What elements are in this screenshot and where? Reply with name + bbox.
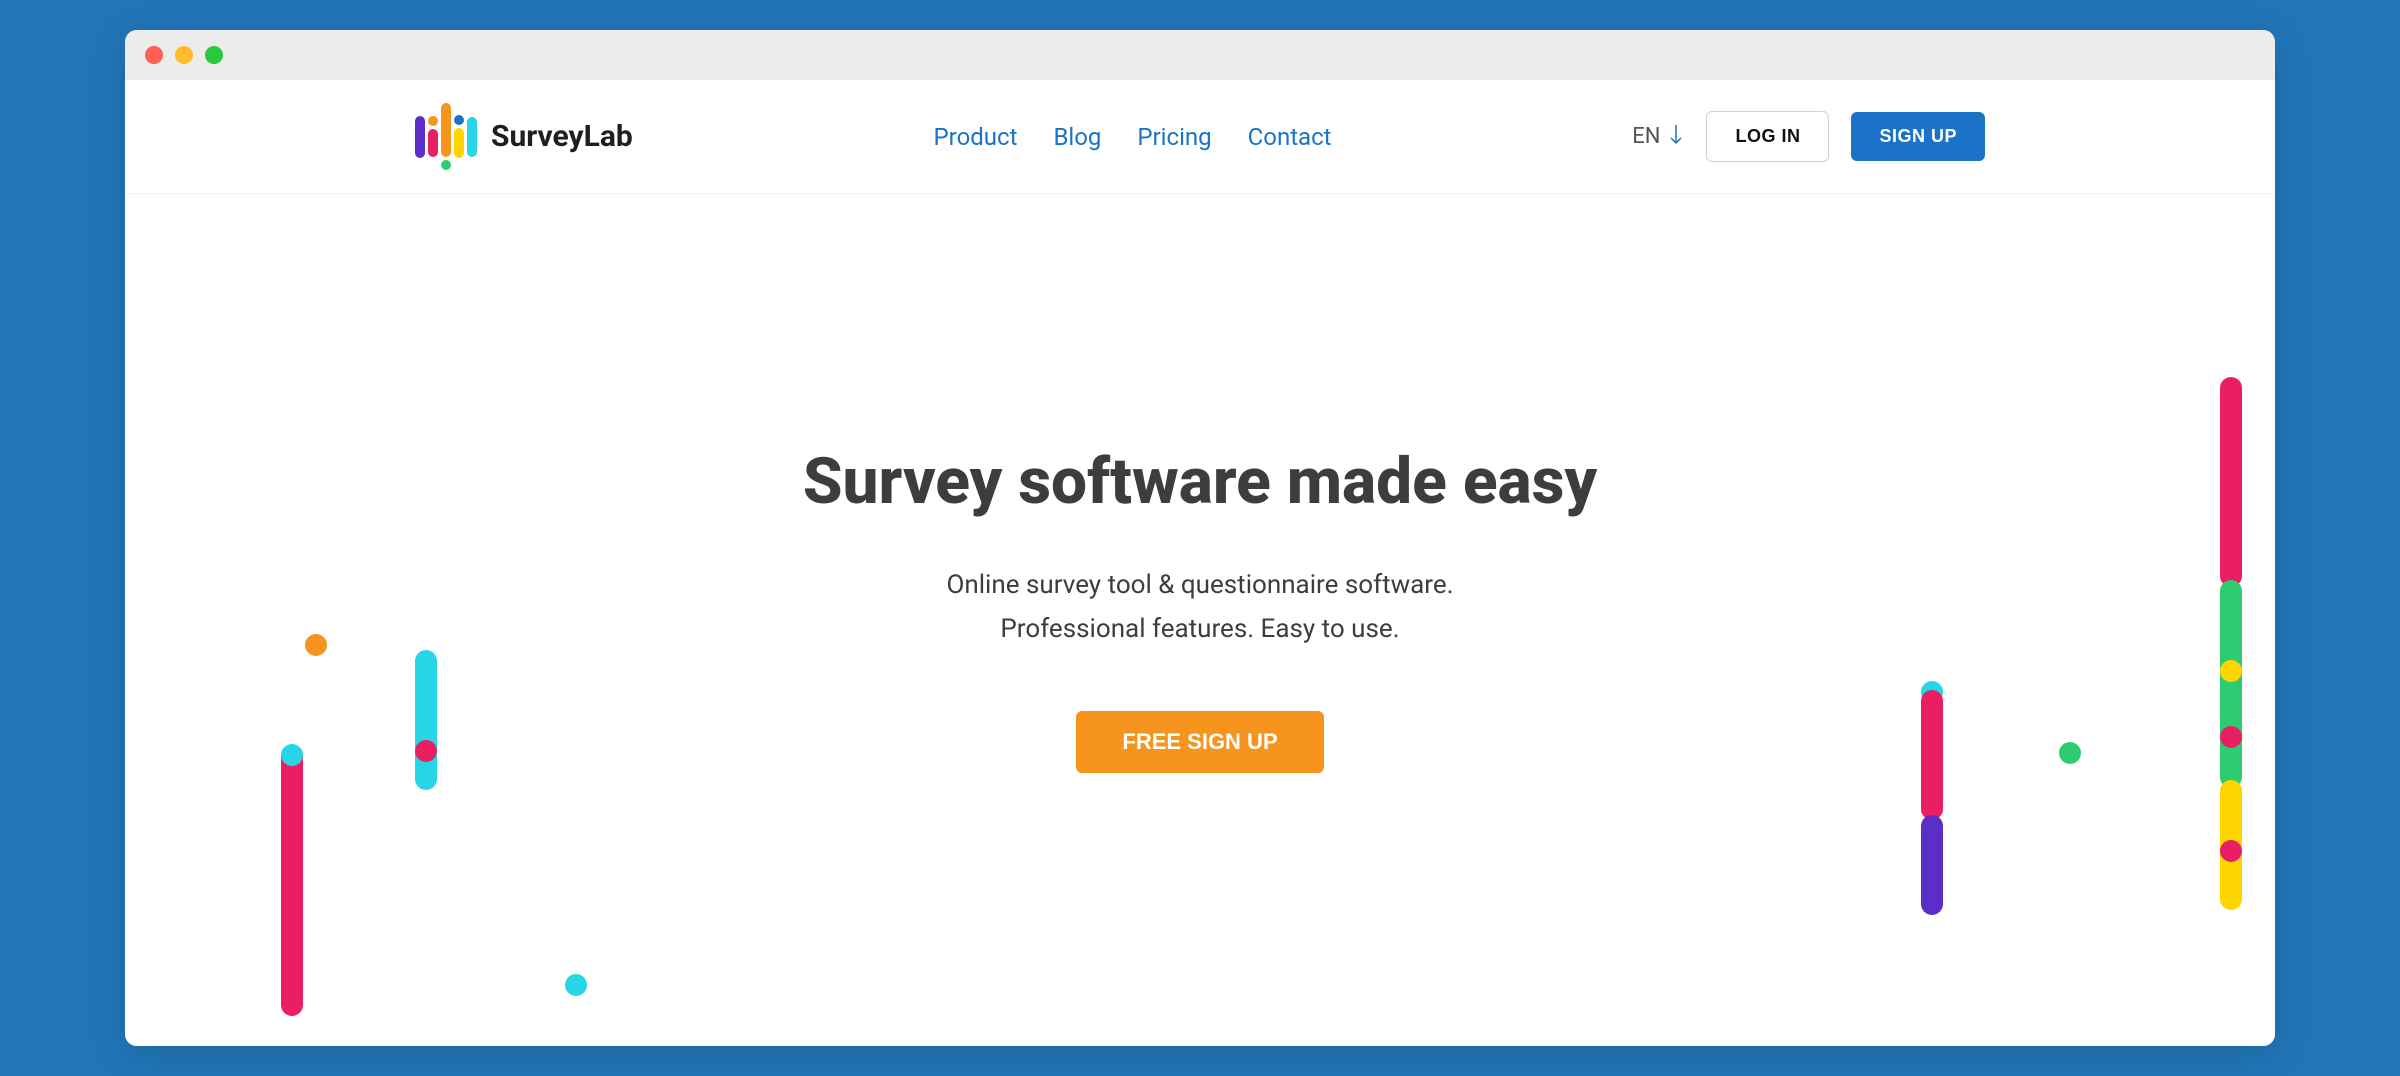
window-minimize-icon[interactable] [175,46,193,64]
nav-right: EN LOG IN SIGN UP [1632,111,1985,162]
browser-window: SurveyLab Product Blog Pricing Contact E… [125,30,2275,1046]
decor-dot-icon [2220,726,2242,748]
login-button[interactable]: LOG IN [1706,111,1829,162]
decor-dot-icon [2220,660,2242,682]
decor-bar-icon [2220,377,2242,587]
decor-bar-icon [1921,815,1943,915]
decor-dot-icon [2220,840,2242,862]
language-selector[interactable]: EN [1632,123,1684,151]
signup-button[interactable]: SIGN UP [1851,112,1985,161]
decor-dot-icon [565,974,587,996]
decor-bar-icon [281,746,303,1016]
window-zoom-icon[interactable] [205,46,223,64]
nav-link-blog[interactable]: Blog [1053,123,1101,151]
window-close-icon[interactable] [145,46,163,64]
decor-bar-icon [415,650,437,790]
brand-logo[interactable]: SurveyLab [415,107,633,167]
nav-links: Product Blog Pricing Contact [934,123,1332,151]
nav-link-contact[interactable]: Contact [1248,123,1332,151]
hero-title: Survey software made easy [125,444,2275,519]
decor-bar-icon [2220,580,2242,788]
nav-link-pricing[interactable]: Pricing [1137,123,1211,151]
decor-dot-icon [2059,742,2081,764]
hero-section: Survey software made easy Online survey … [125,194,2275,773]
decor-dot-icon [305,634,327,656]
arrow-down-icon [1668,123,1684,151]
decor-dot-icon [415,740,437,762]
brand-name: SurveyLab [491,119,633,154]
free-signup-button[interactable]: FREE SIGN UP [1076,711,1323,773]
top-nav: SurveyLab Product Blog Pricing Contact E… [125,80,2275,194]
language-label: EN [1632,124,1660,149]
brand-logo-icon [415,107,477,167]
decor-dot-icon [281,744,303,766]
window-titlebar [125,30,2275,80]
hero-subtitle-line2: Professional features. Easy to use. [1000,614,1399,644]
hero-subtitle-line1: Online survey tool & questionnaire softw… [946,570,1453,600]
hero-subtitle: Online survey tool & questionnaire softw… [125,563,2275,651]
decor-bar-icon [1921,690,1943,820]
nav-link-product[interactable]: Product [934,123,1018,151]
page-content: SurveyLab Product Blog Pricing Contact E… [125,80,2275,1046]
